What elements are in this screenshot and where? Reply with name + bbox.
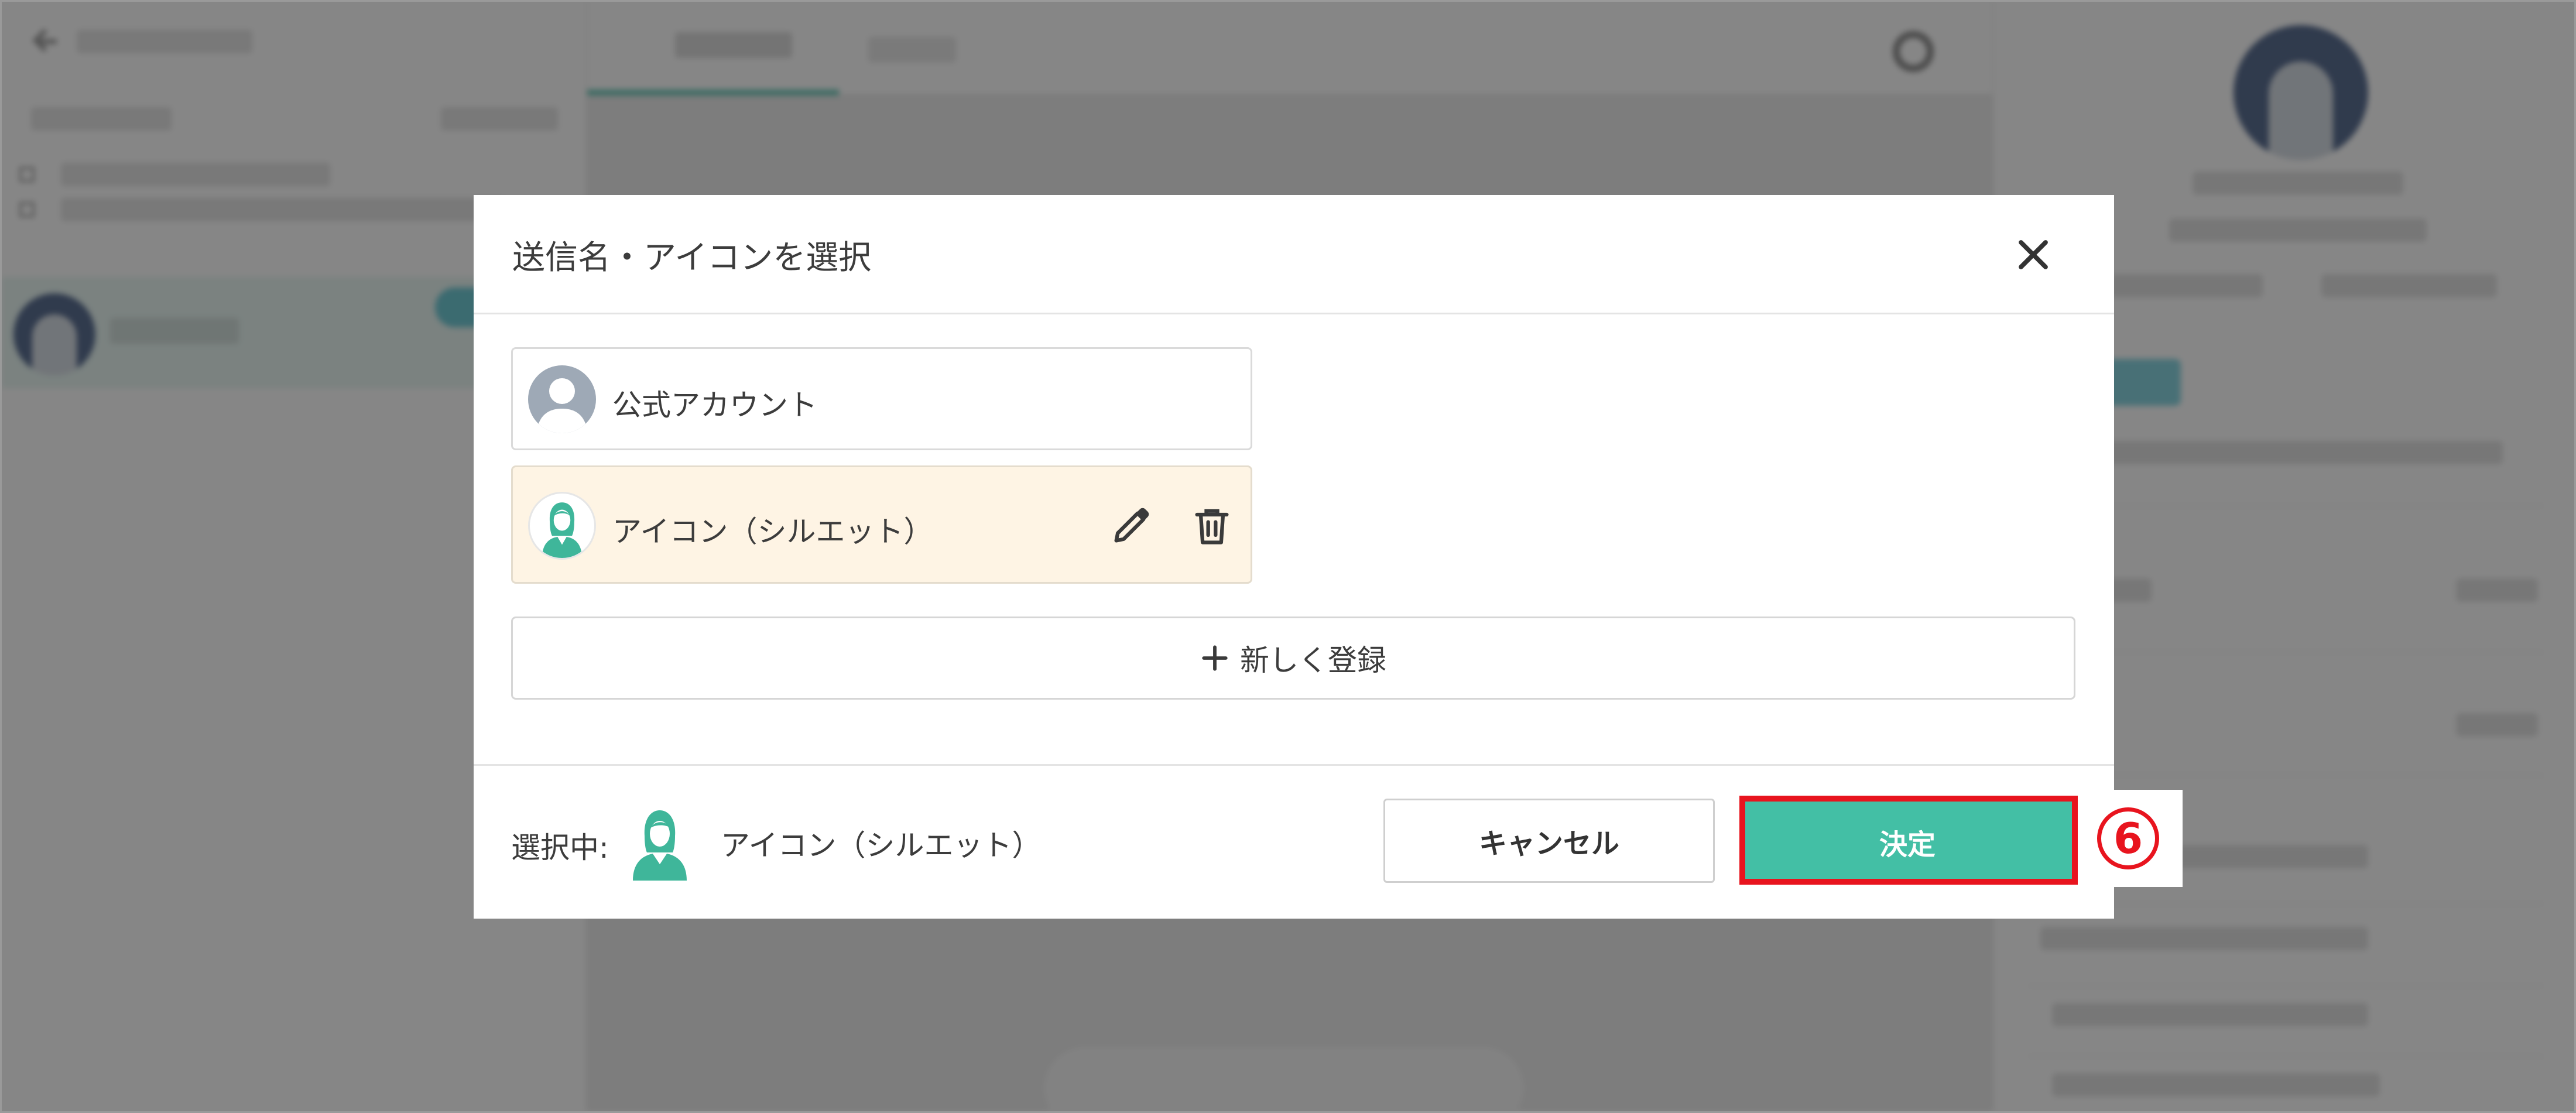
default-user-icon: [528, 365, 596, 433]
dialog-header: 送信名・アイコンを選択: [474, 195, 2114, 314]
selected-prefix: 選択中:: [511, 831, 609, 865]
edit-button[interactable]: [1109, 504, 1153, 548]
cancel-button[interactable]: キャンセル: [1383, 799, 1715, 883]
screenshot: 送信名・アイコンを選択 公式アカウント アイコン（シルエット） 新しく登録 選択…: [0, 0, 2576, 1113]
confirm-highlight-frame: [1739, 796, 2078, 885]
close-button[interactable]: [2012, 234, 2054, 276]
account-option-silhouette[interactable]: アイコン（シルエット）: [511, 465, 1252, 584]
pencil-icon: [1114, 508, 1149, 543]
dialog-title: 送信名・アイコンを選択: [512, 239, 872, 277]
step-number: 6: [2097, 807, 2159, 869]
trash-icon: [1195, 509, 1229, 544]
account-option-label: アイコン（シルエット）: [612, 515, 933, 549]
register-new-button[interactable]: 新しく登録: [511, 617, 2075, 700]
female-silhouette-icon: [627, 804, 693, 881]
step-marker: 6: [2078, 790, 2183, 887]
delete-button[interactable]: [1190, 504, 1234, 548]
account-option-label: 公式アカウント: [612, 388, 817, 422]
close-icon: [2019, 240, 2048, 269]
selected-account-name: アイコン（シルエット）: [721, 828, 1042, 862]
female-silhouette-icon: [528, 492, 596, 560]
plus-icon: [1202, 645, 1228, 671]
register-new-label: 新しく登録: [1240, 643, 1386, 677]
account-option-official[interactable]: 公式アカウント: [511, 347, 1252, 450]
